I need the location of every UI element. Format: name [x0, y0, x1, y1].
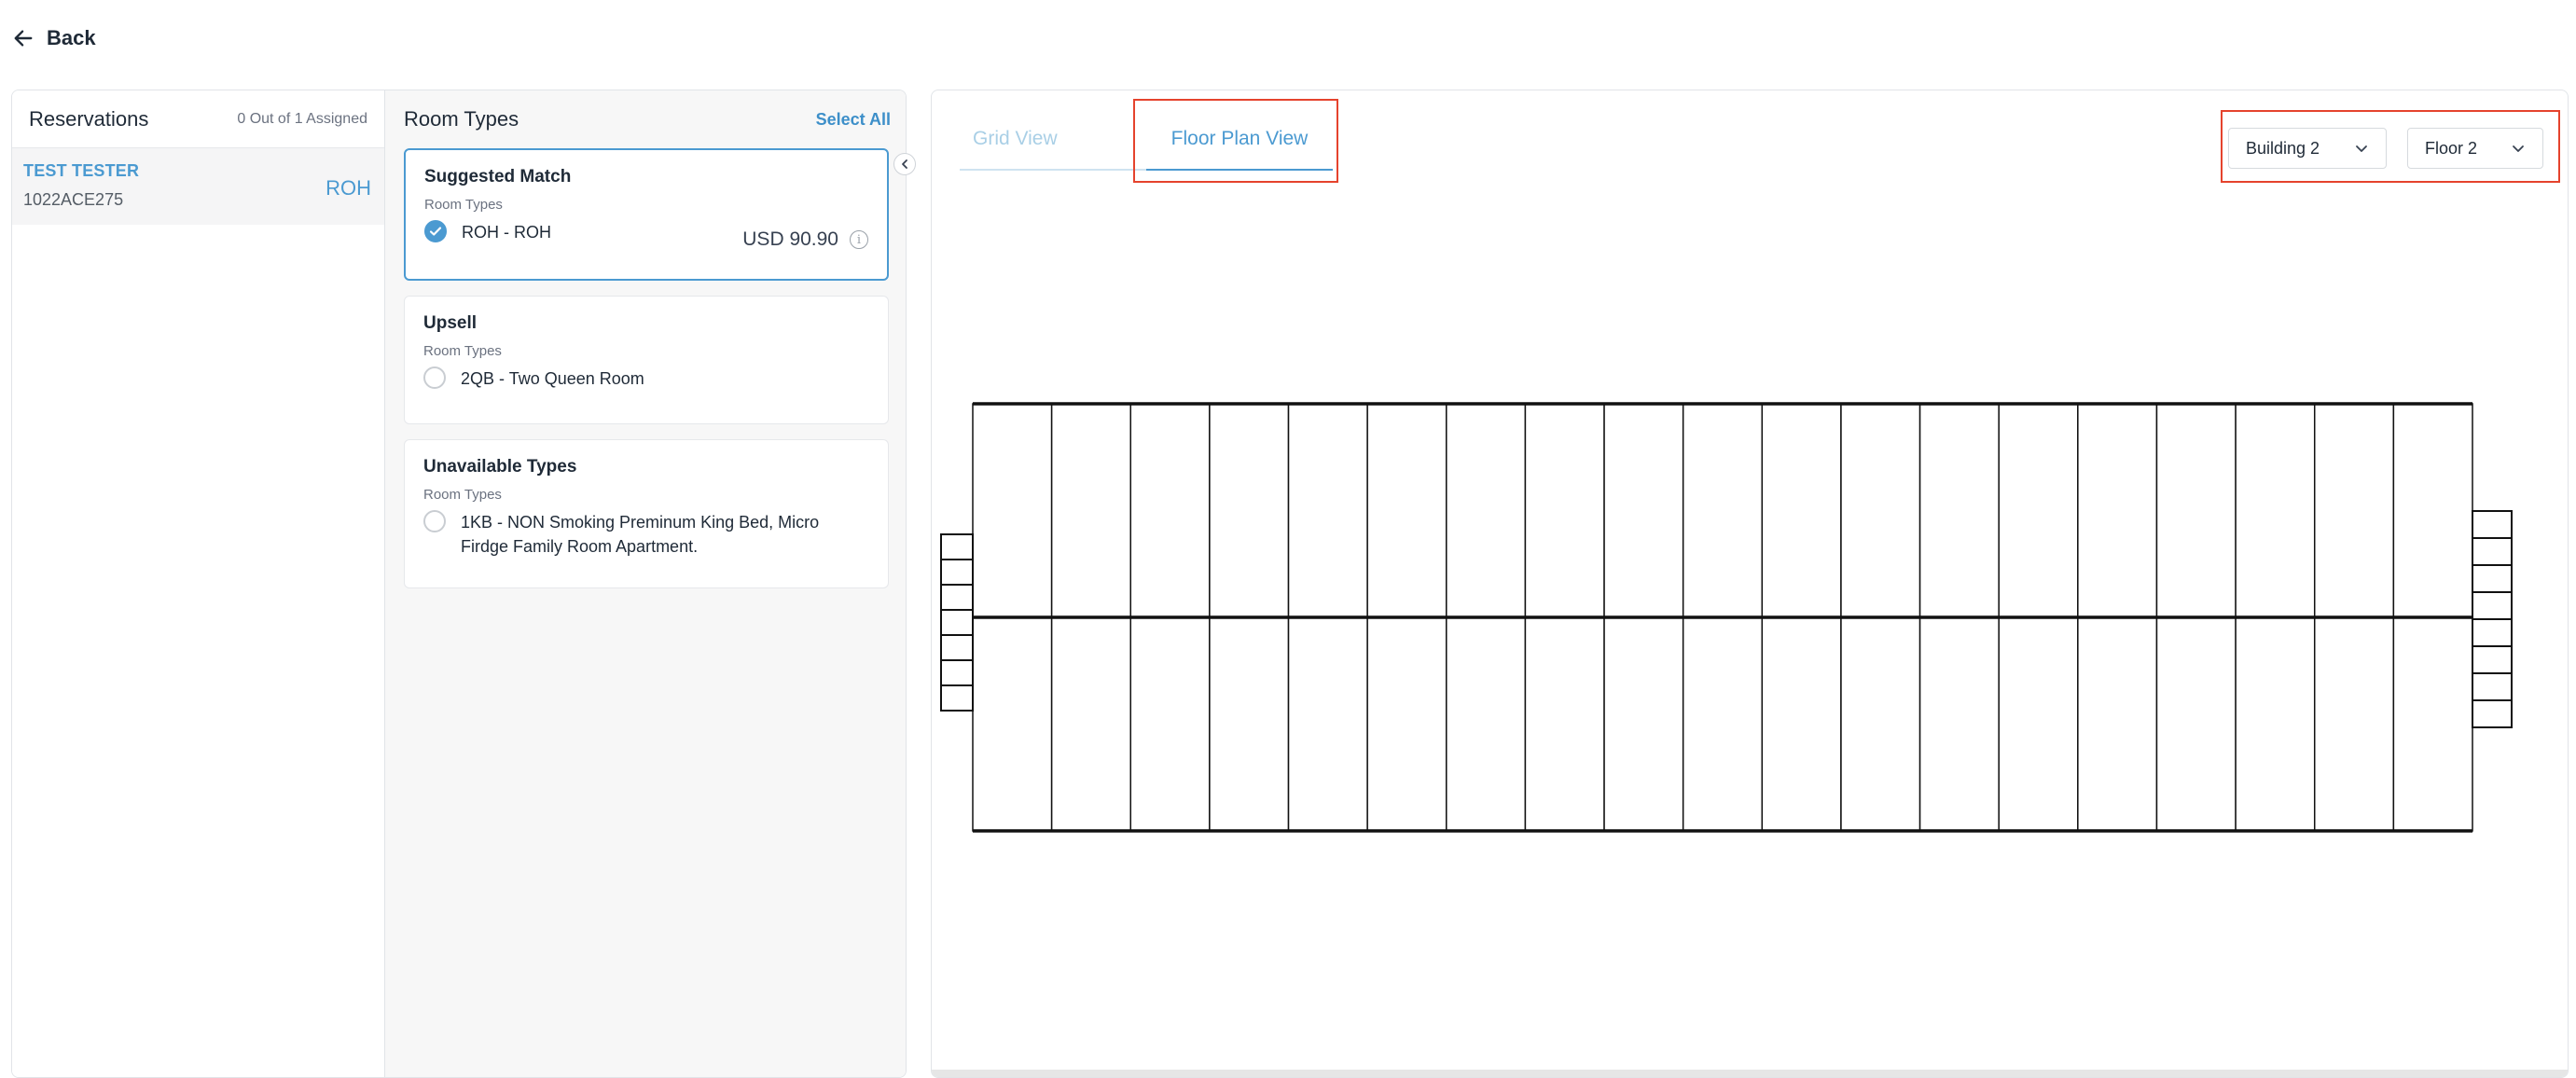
room-cell[interactable] — [1840, 403, 1921, 618]
reservations-title: Reservations — [29, 106, 149, 131]
option-label: 1KB - NON Smoking Preminum King Bed, Mic… — [461, 513, 820, 556]
reservations-column: Reservations 0 Out of 1 Assigned TEST TE… — [12, 90, 385, 1077]
room-cell[interactable] — [1918, 403, 2000, 618]
price-value: USD 90.90 — [742, 228, 838, 250]
back-button[interactable]: Back — [13, 26, 96, 50]
room-types-title: Room Types — [404, 107, 519, 131]
room-cell[interactable] — [1998, 403, 2079, 618]
left-stair-step — [940, 533, 974, 560]
left-stair-step — [940, 634, 974, 661]
back-label: Back — [47, 26, 96, 49]
room-cell[interactable] — [2077, 616, 2158, 832]
room-cell[interactable] — [1287, 616, 1368, 832]
room-cell[interactable] — [1209, 403, 1290, 618]
check-icon[interactable] — [424, 220, 447, 242]
option-label: 2QB - Two Queen Room — [461, 369, 644, 388]
room-cell[interactable] — [2235, 403, 2316, 618]
room-type-option[interactable]: 1KB - NON Smoking Preminum King Bed, Mic… — [423, 510, 869, 559]
assignment-panel: Reservations 0 Out of 1 Assigned TEST TE… — [11, 90, 907, 1078]
arrow-left-icon — [14, 30, 33, 47]
option-label: ROH - ROH — [462, 223, 551, 242]
right-stair-step — [2472, 537, 2513, 566]
card-title: Upsell — [423, 313, 478, 333]
radio-button[interactable] — [423, 510, 446, 532]
card-subtitle: Room Types — [424, 197, 503, 213]
room-cell[interactable] — [2313, 403, 2395, 618]
room-cell[interactable] — [1446, 403, 1527, 618]
room-cell[interactable] — [1129, 403, 1211, 618]
horizontal-scrollbar[interactable] — [932, 1070, 2568, 1077]
room-cell[interactable] — [1050, 403, 1132, 618]
upsell-card[interactable]: Upsell Room Types 2QB - Two Queen Room — [404, 296, 889, 424]
card-title: Suggested Match — [424, 167, 572, 187]
room-type-code: ROH — [325, 176, 371, 200]
right-stair-step — [2472, 699, 2513, 728]
right-stair-step — [2472, 618, 2513, 647]
left-stair-step — [940, 684, 974, 712]
right-stair-step — [2472, 645, 2513, 674]
room-cell[interactable] — [2313, 616, 2395, 832]
room-types-header: Room Types Select All — [385, 90, 906, 148]
left-stair-step — [940, 559, 974, 586]
room-cell[interactable] — [2235, 616, 2316, 832]
reservation-row[interactable]: TEST TESTER 1022ACE275 ROH — [12, 148, 384, 225]
chevron-left-icon — [902, 159, 907, 169]
room-cell[interactable] — [2392, 403, 2473, 618]
room-cell[interactable] — [2155, 403, 2237, 618]
room-cell[interactable] — [1366, 616, 1447, 832]
reservation-id: 1022ACE275 — [23, 190, 124, 209]
top-bar: Back — [0, 0, 2576, 86]
left-stair-step — [940, 584, 974, 611]
assigned-count: 0 Out of 1 Assigned — [237, 110, 367, 127]
right-stair-step — [2472, 510, 2513, 539]
room-cell[interactable] — [1209, 616, 1290, 832]
floor-plan — [940, 402, 2513, 833]
room-cell[interactable] — [1682, 403, 1764, 618]
left-stair-step — [940, 659, 974, 686]
room-cell[interactable] — [1366, 403, 1447, 618]
info-icon[interactable]: i — [850, 230, 868, 249]
room-cell[interactable] — [1682, 616, 1764, 832]
collapse-panel-button[interactable] — [893, 153, 916, 175]
room-cell[interactable] — [1840, 616, 1921, 832]
card-subtitle: Room Types — [423, 343, 502, 359]
card-title: Unavailable Types — [423, 457, 577, 477]
room-type-option[interactable]: 2QB - Two Queen Room — [423, 366, 869, 391]
room-cell[interactable] — [1998, 616, 2079, 832]
right-stair-step — [2472, 564, 2513, 593]
room-cell[interactable] — [1603, 616, 1684, 832]
guest-name: TEST TESTER — [23, 161, 140, 180]
price: USD 90.90 i — [742, 228, 868, 251]
suggested-match-card[interactable]: Suggested Match Room Types ROH - ROH USD… — [404, 148, 889, 281]
room-cell[interactable] — [2155, 616, 2237, 832]
radio-button[interactable] — [423, 366, 446, 389]
room-cell[interactable] — [1446, 616, 1527, 832]
unavailable-types-card[interactable]: Unavailable Types Room Types 1KB - NON S… — [404, 439, 889, 588]
room-cell[interactable] — [1918, 616, 2000, 832]
reservations-header: Reservations 0 Out of 1 Assigned — [12, 90, 384, 148]
room-cell[interactable] — [1287, 403, 1368, 618]
room-cell[interactable] — [1761, 616, 1842, 832]
room-cell[interactable] — [1129, 616, 1211, 832]
right-stair-step — [2472, 672, 2513, 701]
room-types-column: Room Types Select All Suggested Match Ro… — [385, 90, 906, 1077]
room-cell[interactable] — [2392, 616, 2473, 832]
room-cell[interactable] — [1761, 403, 1842, 618]
select-all-link[interactable]: Select All — [816, 110, 891, 130]
room-cell[interactable] — [1524, 616, 1605, 832]
room-cell[interactable] — [1050, 616, 1132, 832]
card-subtitle: Room Types — [423, 487, 502, 503]
right-stair-step — [2472, 591, 2513, 620]
room-cell[interactable] — [1603, 403, 1684, 618]
room-cell[interactable] — [2077, 403, 2158, 618]
left-stair-step — [940, 609, 974, 636]
room-cell[interactable] — [972, 403, 1053, 618]
floor-plan-panel: Grid View Floor Plan View Building 2 Flo… — [931, 90, 2569, 1078]
room-cell[interactable] — [1524, 403, 1605, 618]
room-cell[interactable] — [972, 616, 1053, 832]
